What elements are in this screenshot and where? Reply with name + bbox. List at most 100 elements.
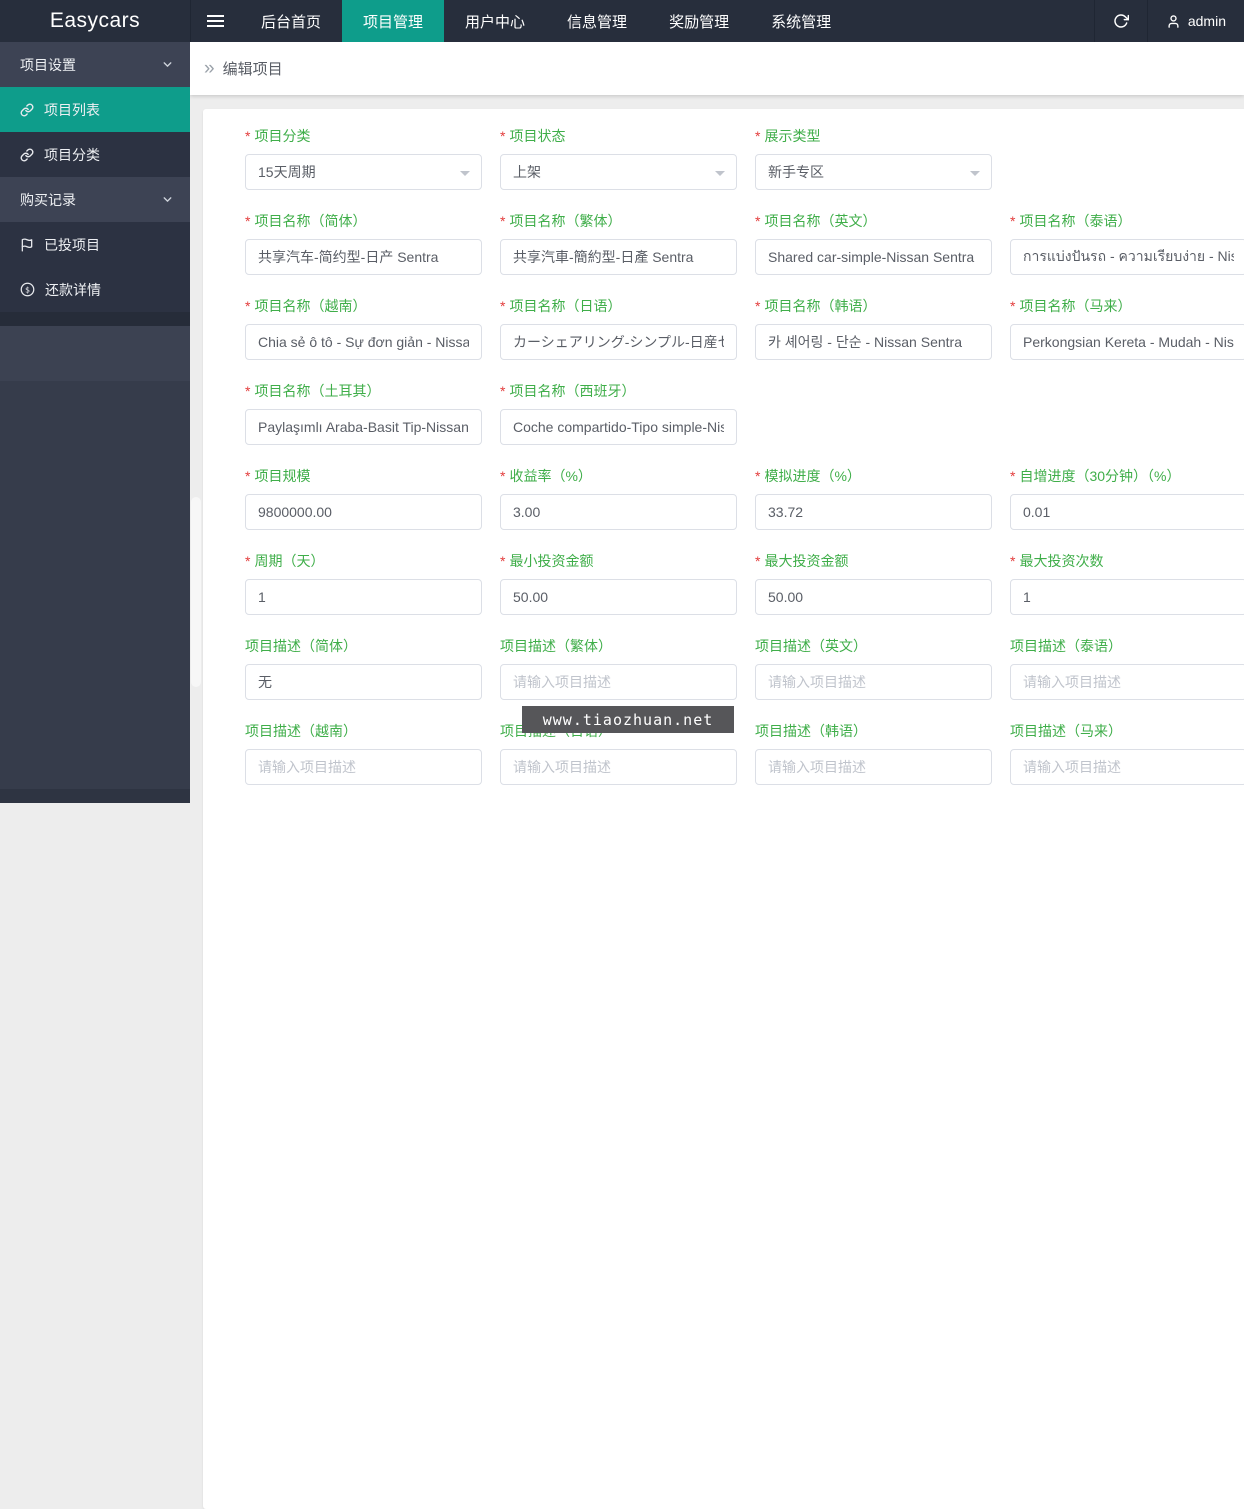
field-label: *最大投资金额 bbox=[755, 551, 992, 571]
field-project-category-select[interactable]: 15天周期 bbox=[245, 154, 482, 190]
form-row: 项目描述（越南）项目描述（日语）项目描述（韩语）项目描述（马来） bbox=[245, 721, 1244, 785]
sidebar-item-label: 项目分类 bbox=[44, 145, 100, 165]
required-asterisk: * bbox=[1010, 468, 1015, 484]
field-desc-zh-tw-input[interactable] bbox=[500, 664, 737, 700]
field-name-zh-tw: *项目名称（繁体） bbox=[500, 211, 737, 275]
nav-tab-info-management[interactable]: 信息管理 bbox=[546, 0, 648, 42]
user-icon bbox=[1166, 14, 1181, 29]
nav-tab-home[interactable]: 后台首页 bbox=[240, 0, 342, 42]
field-yield-rate-input[interactable] bbox=[500, 494, 737, 530]
field-name-ko: *项目名称（韩语） bbox=[755, 296, 992, 360]
field-display-type-select[interactable]: 新手专区 bbox=[755, 154, 992, 190]
form-row: *项目分类15天周期*项目状态上架*展示类型新手专区 bbox=[245, 126, 1244, 190]
form-row: *项目规模*收益率（%）*模拟进度（%）*自增进度（30分钟）（%） bbox=[245, 466, 1244, 530]
user-menu[interactable]: admin bbox=[1148, 0, 1244, 42]
field-name-es-input[interactable] bbox=[500, 409, 737, 445]
field-label: *项目名称（繁体） bbox=[500, 211, 737, 231]
field-max-invest-times-input[interactable] bbox=[1010, 579, 1244, 615]
nav-tab-system-management[interactable]: 系统管理 bbox=[750, 0, 852, 42]
refresh-button[interactable] bbox=[1094, 0, 1148, 42]
sidebar-item-project-categories[interactable]: 项目分类 bbox=[0, 132, 190, 177]
flag-icon bbox=[20, 238, 34, 252]
field-label: *收益率（%） bbox=[500, 466, 737, 486]
field-label: *项目分类 bbox=[245, 126, 482, 146]
required-asterisk: * bbox=[500, 468, 505, 484]
required-asterisk: * bbox=[500, 128, 505, 144]
field-project-scale-input[interactable] bbox=[245, 494, 482, 530]
top-menu: 后台首页项目管理用户中心信息管理奖励管理系统管理 bbox=[240, 0, 852, 42]
field-label: *项目名称（简体） bbox=[245, 211, 482, 231]
field-name-th-input[interactable] bbox=[1010, 239, 1244, 275]
nav-tab-reward-management[interactable]: 奖励管理 bbox=[648, 0, 750, 42]
field-label: *项目名称（土耳其） bbox=[245, 381, 482, 401]
sidebar-item-project-list[interactable]: 项目列表 bbox=[0, 87, 190, 132]
field-name-ms: *项目名称（马来） bbox=[1010, 296, 1244, 360]
field-name-tr-input[interactable] bbox=[245, 409, 482, 445]
field-label: 项目描述（韩语） bbox=[755, 721, 992, 741]
field-desc-ms: 项目描述（马来） bbox=[1010, 721, 1244, 785]
field-label: 项目描述（英文） bbox=[755, 636, 992, 656]
sidebar-item-project-settings[interactable]: 项目设置 bbox=[0, 42, 190, 87]
sidebar-filler bbox=[0, 326, 190, 381]
field-max-investment-input[interactable] bbox=[755, 579, 992, 615]
field-min-investment-input[interactable] bbox=[500, 579, 737, 615]
field-name-zh-tw-input[interactable] bbox=[500, 239, 737, 275]
field-desc-th-input[interactable] bbox=[1010, 664, 1244, 700]
required-asterisk: * bbox=[755, 128, 760, 144]
nav-tab-user-center[interactable]: 用户中心 bbox=[444, 0, 546, 42]
sidebar-item-invested-projects[interactable]: 已投项目 bbox=[0, 222, 190, 267]
sidebar-toggle-button[interactable] bbox=[190, 0, 240, 42]
navbar-spacer bbox=[852, 0, 1094, 42]
double-chevron-icon: » bbox=[204, 59, 215, 78]
required-asterisk: * bbox=[245, 468, 250, 484]
field-desc-en-input[interactable] bbox=[755, 664, 992, 700]
field-label: 项目描述（简体） bbox=[245, 636, 482, 656]
field-label: *项目名称（日语） bbox=[500, 296, 737, 316]
required-asterisk: * bbox=[500, 298, 505, 314]
field-name-ms-input[interactable] bbox=[1010, 324, 1244, 360]
hamburger-icon bbox=[207, 12, 224, 30]
selected-value: 上架 bbox=[513, 162, 541, 182]
field-desc-ja-input[interactable] bbox=[500, 749, 737, 785]
dollar-circle-icon: $ bbox=[20, 282, 35, 297]
field-label: *项目名称（西班牙） bbox=[500, 381, 737, 401]
field-desc-vi-input[interactable] bbox=[245, 749, 482, 785]
field-label: *周期（天） bbox=[245, 551, 482, 571]
field-project-status-select[interactable]: 上架 bbox=[500, 154, 737, 190]
field-project-scale: *项目规模 bbox=[245, 466, 482, 530]
sidebar-item-repayment-details[interactable]: $还款详情 bbox=[0, 267, 190, 312]
required-asterisk: * bbox=[755, 298, 760, 314]
field-desc-zh-cn-input[interactable] bbox=[245, 664, 482, 700]
field-desc-zh-tw: 项目描述（繁体） bbox=[500, 636, 737, 700]
field-desc-th: 项目描述（泰语） bbox=[1010, 636, 1244, 700]
vertical-scrollbar-thumb[interactable] bbox=[191, 497, 201, 687]
field-project-category: *项目分类 15天周期 bbox=[245, 126, 482, 190]
field-name-ja-input[interactable] bbox=[500, 324, 737, 360]
field-name-zh-cn-input[interactable] bbox=[245, 239, 482, 275]
field-name-en: *项目名称（英文） bbox=[755, 211, 992, 275]
refresh-icon bbox=[1113, 13, 1129, 29]
sidebar-item-label: 购买记录 bbox=[20, 190, 76, 210]
field-desc-ko: 项目描述（韩语） bbox=[755, 721, 992, 785]
field-label: *自增进度（30分钟）（%） bbox=[1010, 466, 1244, 486]
field-cycle-days-input[interactable] bbox=[245, 579, 482, 615]
field-auto-increment-rate-input[interactable] bbox=[1010, 494, 1244, 530]
field-desc-ms-input[interactable] bbox=[1010, 749, 1244, 785]
field-name-en-input[interactable] bbox=[755, 239, 992, 275]
sidebar: 项目设置项目列表项目分类购买记录已投项目$还款详情 bbox=[0, 42, 190, 803]
sidebar-footer bbox=[0, 789, 190, 803]
field-name-ko-input[interactable] bbox=[755, 324, 992, 360]
field-label: *项目名称（越南） bbox=[245, 296, 482, 316]
page-title: 编辑项目 bbox=[223, 58, 283, 79]
dropdown-caret-icon bbox=[460, 171, 470, 176]
field-simulated-progress-input[interactable] bbox=[755, 494, 992, 530]
field-yield-rate: *收益率（%） bbox=[500, 466, 737, 530]
sidebar-item-purchase-records[interactable]: 购买记录 bbox=[0, 177, 190, 222]
field-name-vi-input[interactable] bbox=[245, 324, 482, 360]
field-name-vi: *项目名称（越南） bbox=[245, 296, 482, 360]
sidebar-menu: 项目设置项目列表项目分类购买记录已投项目$还款详情 bbox=[0, 42, 190, 312]
field-desc-ko-input[interactable] bbox=[755, 749, 992, 785]
field-label: *项目名称（英文） bbox=[755, 211, 992, 231]
nav-tab-project-management[interactable]: 项目管理 bbox=[342, 0, 444, 42]
selected-value: 15天周期 bbox=[258, 162, 316, 182]
